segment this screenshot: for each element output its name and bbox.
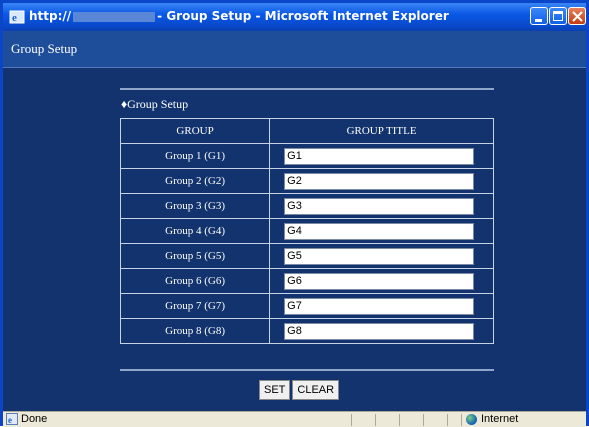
page-icon: e <box>6 413 18 425</box>
table-row: Group 3 (G3) <box>119 193 494 219</box>
group-label: Group 7 (G7) <box>119 293 271 319</box>
group-title-input-g7[interactable] <box>284 297 475 315</box>
status-bar: e Done Internet <box>3 411 586 427</box>
group-title-cell <box>269 293 494 319</box>
status-divider <box>461 414 462 426</box>
status-divider <box>351 414 352 426</box>
top-divider <box>120 88 494 90</box>
group-table: GROUP GROUP TITLE Group 1 (G1) Group 2 (… <box>119 118 494 344</box>
svg-text:e: e <box>12 12 17 24</box>
status-divider <box>375 414 376 426</box>
table-row: Group 2 (G2) <box>119 168 494 194</box>
group-label: Group 5 (G5) <box>119 243 271 269</box>
group-title-input-g8[interactable] <box>284 322 475 340</box>
bottom-divider <box>120 369 494 371</box>
table-header-row: GROUP GROUP TITLE <box>119 118 494 144</box>
status-text: Done <box>21 413 48 425</box>
section-title: ♦Group Setup <box>121 97 189 111</box>
group-title-input-g3[interactable] <box>284 197 475 215</box>
minimize-icon <box>535 19 542 22</box>
redacted-address <box>73 11 156 22</box>
group-title-cell <box>269 168 494 194</box>
maximize-icon <box>553 11 563 21</box>
table-row: Group 6 (G6) <box>119 268 494 294</box>
status-divider <box>423 414 424 426</box>
status-divider <box>399 414 400 426</box>
column-header-group-title: GROUP TITLE <box>269 118 494 144</box>
group-title-cell <box>269 318 494 344</box>
svg-text:e: e <box>8 415 12 425</box>
group-title-input-g1[interactable] <box>284 147 475 165</box>
globe-icon <box>466 414 477 425</box>
table-row: Group 1 (G1) <box>119 143 494 169</box>
group-label: Group 8 (G8) <box>119 318 271 344</box>
group-title-input-g4[interactable] <box>284 222 475 240</box>
title-url-prefix: http:// <box>29 9 72 23</box>
group-label: Group 1 (G1) <box>119 143 271 169</box>
group-title-input-g6[interactable] <box>284 272 475 290</box>
clear-button[interactable]: CLEAR <box>292 380 340 400</box>
security-zone-label: Internet <box>481 413 519 425</box>
action-buttons: SET CLEAR <box>259 378 341 400</box>
title-bar[interactable]: e http:// - Group Setup - Microsoft Inter… <box>3 3 586 31</box>
group-title-input-g5[interactable] <box>284 247 475 265</box>
close-icon <box>572 11 583 22</box>
table-row: Group 4 (G4) <box>119 218 494 244</box>
group-title-cell <box>269 268 494 294</box>
status-divider <box>447 414 448 426</box>
group-title-cell <box>269 143 494 169</box>
group-title-cell <box>269 243 494 269</box>
page-header: Group Setup <box>3 31 586 68</box>
group-label: Group 2 (G2) <box>119 168 271 194</box>
title-page-name: - Group Setup - Microsoft Internet Explo… <box>157 9 449 23</box>
page-viewport: Group Setup ♦Group Setup GROUP GROUP TIT… <box>3 31 586 411</box>
table-row: Group 8 (G8) <box>119 318 494 344</box>
window-title: http:// - Group Setup - Microsoft Interne… <box>29 9 449 23</box>
minimize-button[interactable] <box>530 7 548 25</box>
internet-explorer-icon: e <box>9 10 25 24</box>
page-content: ♦Group Setup GROUP GROUP TITLE Group 1 (… <box>3 68 586 411</box>
group-label: Group 4 (G4) <box>119 218 271 244</box>
close-button[interactable] <box>568 7 586 25</box>
browser-window: e http:// - Group Setup - Microsoft Inter… <box>0 0 589 427</box>
table-row: Group 5 (G5) <box>119 243 494 269</box>
group-label: Group 3 (G3) <box>119 193 271 219</box>
group-label: Group 6 (G6) <box>119 268 271 294</box>
set-button[interactable]: SET <box>259 380 291 400</box>
table-row: Group 7 (G7) <box>119 293 494 319</box>
column-header-group: GROUP <box>119 118 271 144</box>
group-title-cell <box>269 218 494 244</box>
page-header-title: Group Setup <box>11 41 78 56</box>
group-title-input-g2[interactable] <box>284 172 475 190</box>
maximize-button[interactable] <box>549 7 567 25</box>
group-title-cell <box>269 193 494 219</box>
